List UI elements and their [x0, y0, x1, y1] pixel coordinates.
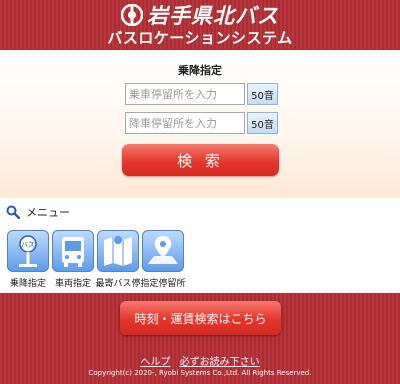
boarding-stop-row: 50音 — [125, 83, 278, 105]
timetable-fare-button[interactable]: 時刻・運賃検索はこちら — [120, 301, 281, 335]
menu-item-nearest-stop[interactable] — [97, 230, 139, 272]
footer: 時刻・運賃検索はこちら ヘルプ 必ずお読み下さい Copyright(c) 20… — [0, 293, 400, 384]
alighting-stop-row: 50音 — [125, 112, 278, 134]
search-icon — [6, 205, 20, 219]
menu-item-vehicle[interactable] — [52, 230, 94, 272]
search-panel: 乗降指定 50音 50音 検 索 — [0, 50, 400, 198]
bus-icon — [62, 237, 84, 267]
help-link[interactable]: ヘルプ — [140, 357, 170, 368]
menu-item-specified-stop[interactable] — [142, 230, 184, 272]
notice-link[interactable]: 必ずお読み下さい — [180, 357, 260, 368]
search-button[interactable]: 検 索 — [122, 144, 279, 176]
alighting-kana-button[interactable]: 50音 — [247, 112, 278, 134]
menu-section: メニュー バス 乗降指定 車両指定 最寄バス停 指定停留所 — [0, 198, 400, 293]
header-banner: 岩手県北バス バスロケーションシステム — [0, 0, 400, 50]
footer-links: ヘルプ 必ずお読み下さい — [0, 353, 400, 368]
menu-heading: メニュー — [6, 204, 70, 220]
menu-item-specified-stop-label: 指定停留所 — [140, 279, 186, 289]
page-title: バスロケーションシステム — [107, 29, 293, 47]
svg-text:バス: バス — [21, 241, 35, 249]
boarding-kana-button[interactable]: 50音 — [247, 83, 278, 105]
logo: 岩手県北バス — [0, 3, 400, 28]
menu-heading-label: メニュー — [26, 206, 70, 219]
map-icon — [104, 236, 132, 266]
menu-item-nearest-stop-label: 最寄バス停 — [95, 279, 141, 289]
alighting-stop-input[interactable] — [125, 112, 245, 134]
bus-stop-icon: バス — [19, 235, 37, 267]
copyright-text: Copyright(c) 2020-, Ryobi Systems Co.,Lt… — [88, 369, 312, 377]
map-pin-icon — [148, 236, 178, 264]
menu-item-boarding-label: 乗降指定 — [9, 279, 46, 289]
company-emblem-icon — [121, 4, 143, 26]
boarding-stop-input[interactable] — [125, 83, 245, 105]
search-panel-title: 乗降指定 — [178, 64, 222, 77]
brand-name: 岩手県北バス — [147, 4, 279, 28]
menu-item-boarding[interactable]: バス — [7, 230, 49, 272]
menu-item-vehicle-label: 車両指定 — [54, 279, 91, 289]
